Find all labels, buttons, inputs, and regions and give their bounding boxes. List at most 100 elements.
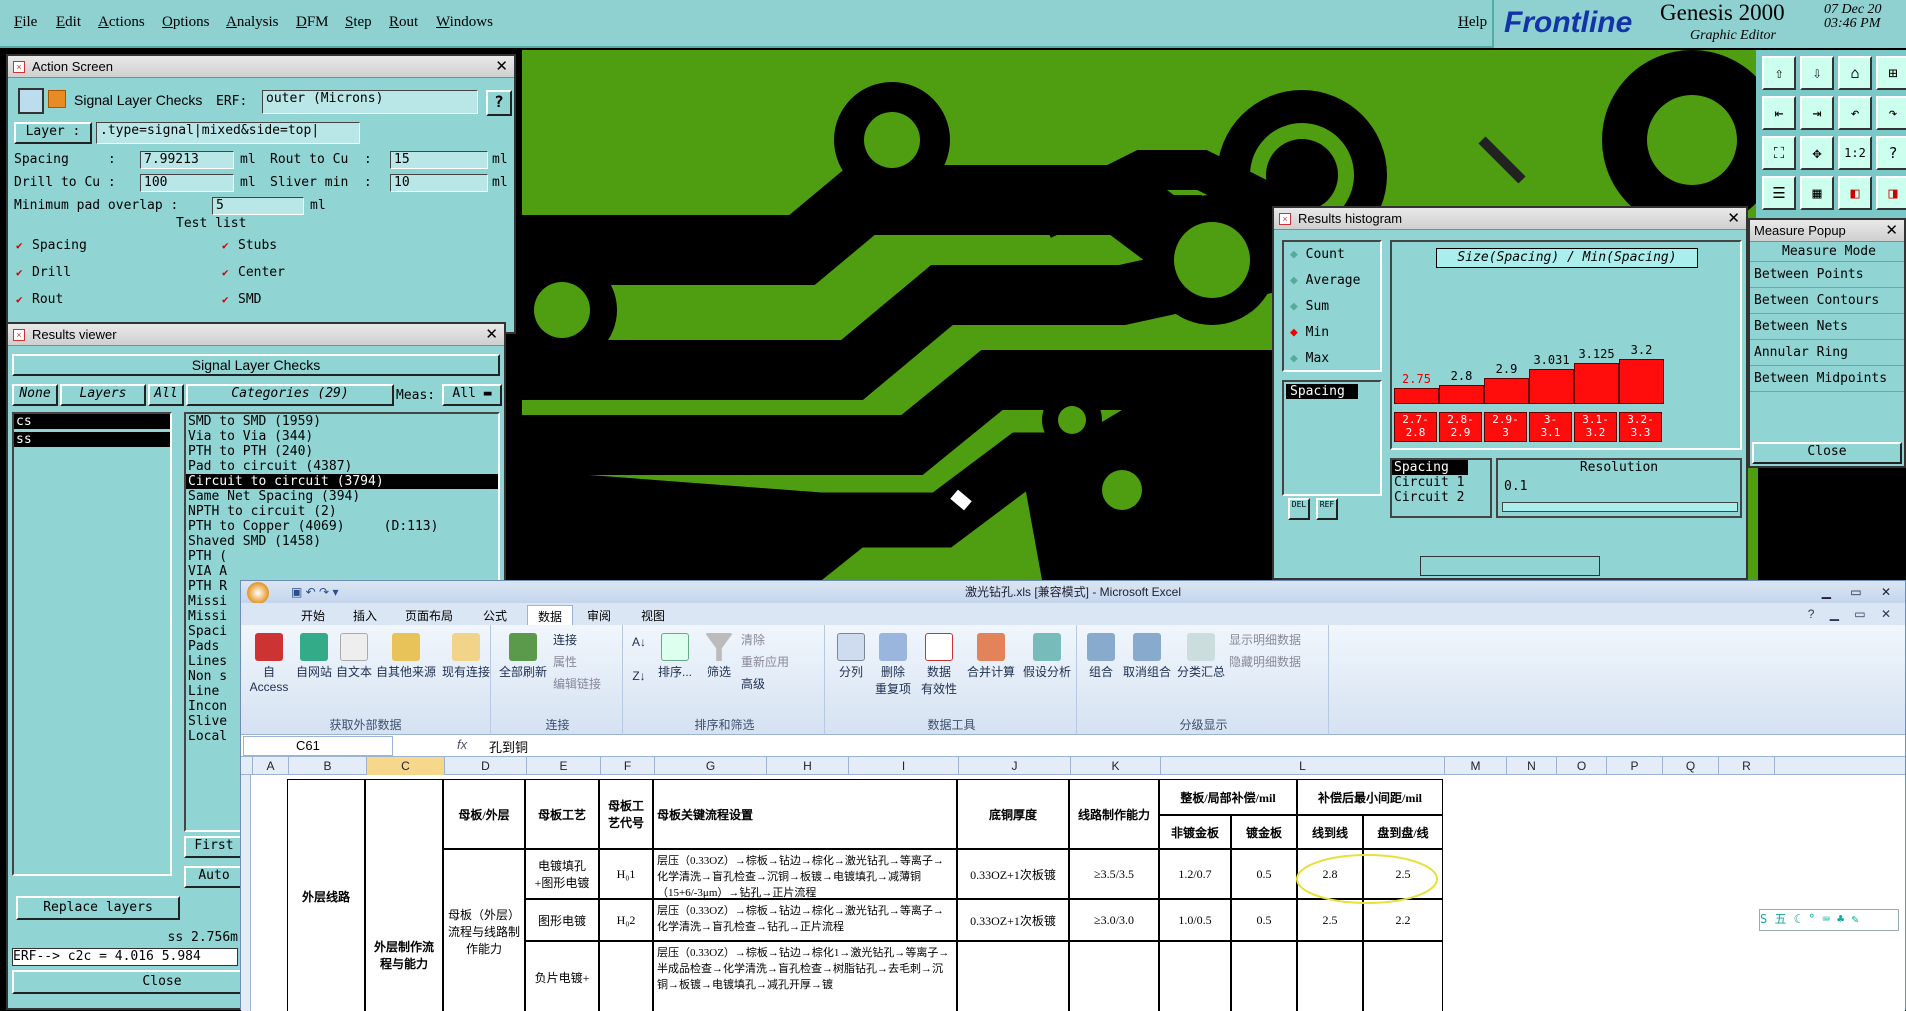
- layer-button[interactable]: Layer :: [14, 122, 92, 144]
- fx-icon[interactable]: fx: [457, 737, 467, 752]
- cell-e[interactable]: 图形电镀: [525, 899, 599, 941]
- category-item[interactable]: Circuit to circuit (3794): [186, 474, 498, 489]
- column-header-i[interactable]: I: [849, 757, 959, 775]
- properties-button[interactable]: 属性: [553, 653, 577, 670]
- column-header-l[interactable]: L: [1161, 757, 1445, 775]
- subheader-3[interactable]: 线到线: [1297, 815, 1363, 849]
- cell-f[interactable]: H₀2: [599, 899, 653, 941]
- existing-connections-button[interactable]: 现有连接: [441, 633, 491, 680]
- option-max[interactable]: ◆ Max: [1284, 346, 1380, 372]
- measure-close-button[interactable]: Close: [1752, 442, 1902, 464]
- category-item[interactable]: NPTH to circuit (2): [186, 504, 498, 519]
- column-header-j[interactable]: J: [959, 757, 1071, 775]
- cell-l1[interactable]: [1159, 941, 1231, 1011]
- sliver-field[interactable]: 10: [390, 174, 488, 192]
- query-icon[interactable]: ?: [1876, 136, 1906, 170]
- layer-field[interactable]: .type=signal|mixed&side=top|: [96, 122, 360, 144]
- subheader-4[interactable]: 盘到盘/线: [1363, 815, 1443, 849]
- grid-icon[interactable]: ▦: [1800, 176, 1834, 210]
- cell-l1[interactable]: 1.2/0.7: [1159, 849, 1231, 899]
- menu-help[interactable]: Help: [1458, 14, 1487, 31]
- group-button[interactable]: 组合: [1083, 633, 1119, 680]
- histogram-plot[interactable]: Size(Spacing) / Min(Spacing) 2.75 2.7- 2.8…: [1390, 240, 1742, 450]
- category-item[interactable]: PTH to Copper (4069) (D:113): [186, 519, 498, 534]
- menu-actions[interactable]: Actions: [98, 14, 145, 31]
- replace-layers-button[interactable]: Replace layers: [16, 896, 180, 920]
- tab-insert[interactable]: 插入: [353, 607, 377, 624]
- menu-dfm[interactable]: DFM: [296, 14, 329, 31]
- edit-links-button[interactable]: 编辑链接: [553, 675, 601, 692]
- sort-desc-icon[interactable]: Z↓: [629, 669, 649, 683]
- header-k[interactable]: 线路制作能力: [1069, 779, 1159, 849]
- column-header-o[interactable]: O: [1557, 757, 1607, 775]
- rout-field[interactable]: 15: [390, 151, 488, 169]
- test-rout-checkbox[interactable]: ✔ Rout: [16, 292, 63, 307]
- category-item[interactable]: Shaved SMD (1458): [186, 534, 498, 549]
- first-button[interactable]: First: [184, 836, 244, 858]
- none-button[interactable]: None: [12, 384, 58, 406]
- column-header-g[interactable]: G: [655, 757, 767, 775]
- toolbar-icon-1[interactable]: ⇧: [1762, 56, 1796, 90]
- toolbar-icon-8[interactable]: ↷: [1876, 96, 1906, 130]
- header-d[interactable]: 母板/外层: [443, 779, 525, 849]
- column-header-h[interactable]: H: [767, 757, 849, 775]
- drill-field[interactable]: 100: [140, 174, 234, 192]
- category-item[interactable]: VIA A: [186, 564, 498, 579]
- tab-view[interactable]: 视图: [641, 607, 665, 624]
- cell-f[interactable]: [599, 941, 653, 1011]
- column-header-f[interactable]: F: [601, 757, 655, 775]
- cell-g[interactable]: 层压（0.33OZ）→棕板→钻边→棕化→激光钻孔→等离子→化学清洗→盲孔检查→钻…: [653, 899, 957, 941]
- tab-formulas[interactable]: 公式: [483, 607, 507, 624]
- subheader-2[interactable]: 镀金板: [1231, 815, 1297, 849]
- spacing-field[interactable]: 7.99213: [140, 151, 234, 169]
- toolbar-icon-13[interactable]: ☰: [1762, 176, 1796, 210]
- connections-button[interactable]: 连接: [553, 631, 577, 648]
- measure-between-midpoints[interactable]: Between Midpoints: [1750, 366, 1904, 392]
- column-header-c[interactable]: C: [367, 757, 445, 775]
- column-header-p[interactable]: P: [1607, 757, 1663, 775]
- histogram-bar[interactable]: [1484, 378, 1529, 404]
- tab-page-layout[interactable]: 页面布局: [405, 607, 453, 624]
- column-header-r[interactable]: R: [1719, 757, 1775, 775]
- column-header-b[interactable]: B: [289, 757, 367, 775]
- layer-item[interactable]: ss: [14, 432, 170, 447]
- layers-list[interactable]: cs ss: [12, 412, 172, 876]
- histogram-bar[interactable]: [1619, 358, 1664, 404]
- header-j[interactable]: 底铜厚度: [957, 779, 1069, 849]
- sort-button[interactable]: 排序...: [653, 633, 697, 680]
- meas-select[interactable]: All ▬: [442, 384, 502, 406]
- cell-k[interactable]: [1069, 941, 1159, 1011]
- help-icon[interactable]: ? ▁ ▭ ✕: [1808, 607, 1897, 621]
- show-detail-button[interactable]: 显示明细数据: [1229, 631, 1301, 648]
- cell-c[interactable]: 外层制作流程与能力: [365, 779, 443, 1011]
- category-item[interactable]: Same Net Spacing (394): [186, 489, 498, 504]
- measure-between-nets[interactable]: Between Nets: [1750, 314, 1904, 340]
- ime-toolbar[interactable]: S 五 ☾ ° ⌨ ♣ ✎: [1759, 909, 1899, 931]
- minpad-field[interactable]: 5: [212, 197, 304, 215]
- menu-analysis[interactable]: Analysis: [226, 14, 279, 31]
- check-icon[interactable]: [18, 88, 44, 114]
- cell-l3[interactable]: [1297, 941, 1363, 1011]
- cell-k[interactable]: ≥3.0/3.0: [1069, 899, 1159, 941]
- category-item[interactable]: PTH to PTH (240): [186, 444, 498, 459]
- from-web-button[interactable]: 自网站: [295, 633, 333, 680]
- zoom-1-2-icon[interactable]: 1:2: [1838, 136, 1872, 170]
- cell-j[interactable]: 0.33OZ+1次板镀: [957, 849, 1069, 899]
- formula-input[interactable]: 孔到铜: [489, 737, 528, 756]
- header-l2[interactable]: 补偿后最小间距/mil: [1297, 779, 1443, 815]
- name-box[interactable]: C61: [243, 736, 393, 756]
- sort-asc-icon[interactable]: A↓: [629, 635, 649, 649]
- header-g[interactable]: 母板关键流程设置: [653, 779, 957, 849]
- window-controls-icon[interactable]: ▁ ▭ ✕: [1822, 581, 1899, 603]
- column-header-q[interactable]: Q: [1663, 757, 1719, 775]
- option-min[interactable]: ◆ Min: [1284, 320, 1380, 346]
- reapply-button[interactable]: 重新应用: [741, 653, 789, 670]
- cell-l1[interactable]: 1.0/0.5: [1159, 899, 1231, 941]
- menu-rout[interactable]: Rout: [389, 14, 418, 31]
- cell-b[interactable]: 外层线路: [287, 779, 365, 1011]
- from-other-button[interactable]: 自其他来源: [373, 633, 439, 680]
- what-if-button[interactable]: 假设分析: [1019, 633, 1075, 680]
- column-header-k[interactable]: K: [1071, 757, 1161, 775]
- histogram-bar[interactable]: [1439, 384, 1484, 404]
- consolidate-button[interactable]: 合并计算: [963, 633, 1019, 680]
